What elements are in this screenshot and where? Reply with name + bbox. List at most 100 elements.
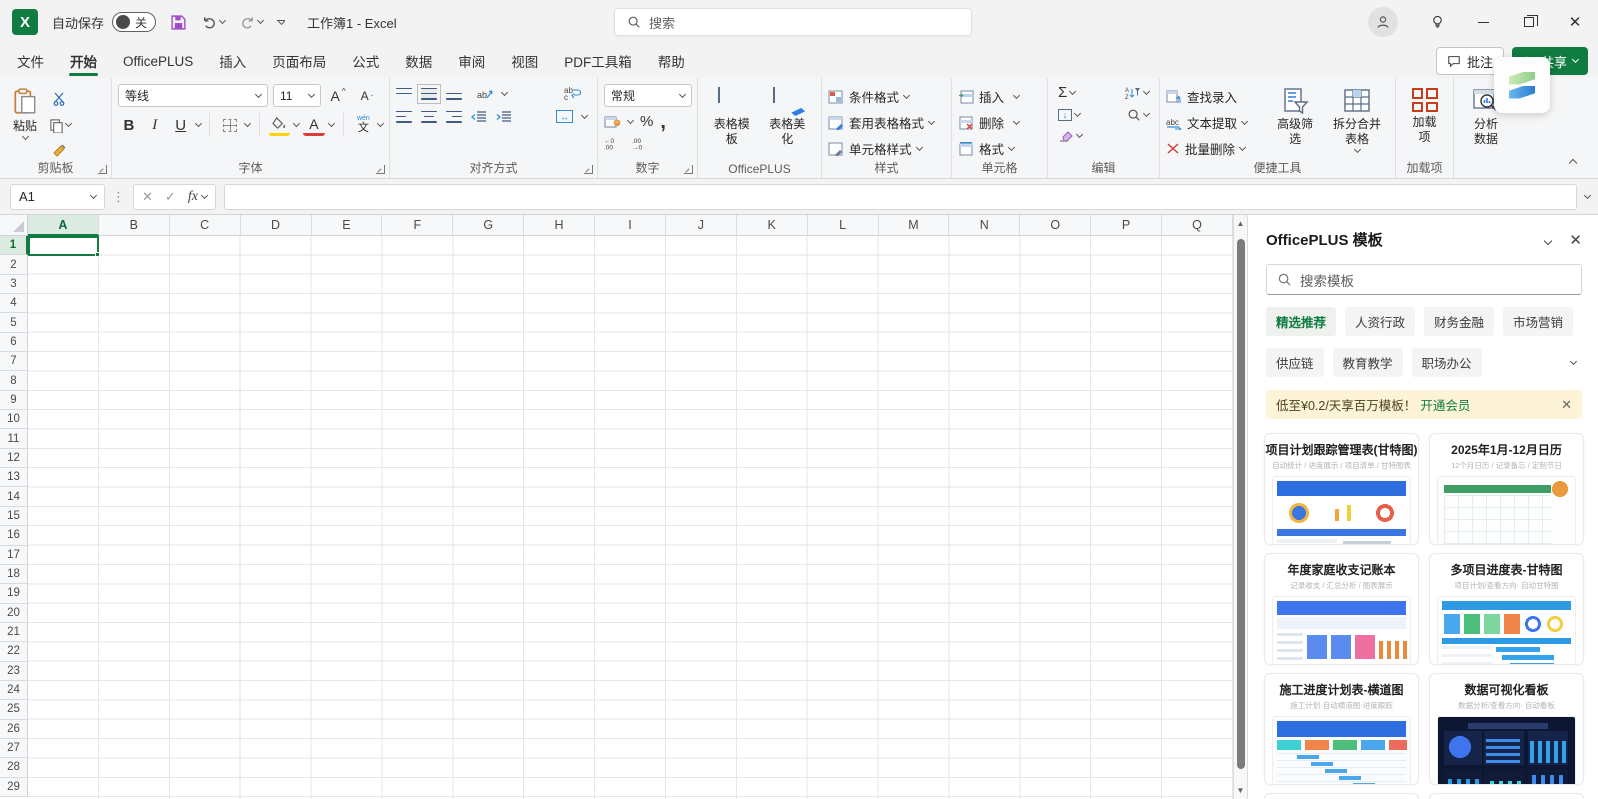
font-color-button[interactable]: A <box>303 114 325 136</box>
search-bar[interactable]: 搜索 <box>614 8 972 36</box>
officeplus-logo-popup[interactable] <box>1494 57 1550 113</box>
cells-area[interactable] <box>28 236 1233 799</box>
table-template-button[interactable]: 表格模板 <box>704 84 760 151</box>
row-header-15[interactable]: 15 <box>0 507 28 526</box>
scrollbar-thumb[interactable] <box>1237 239 1245 769</box>
chip-财务金融[interactable]: 财务金融 <box>1424 307 1494 336</box>
row-header-21[interactable]: 21 <box>0 623 28 642</box>
row-header-8[interactable]: 8 <box>0 371 28 390</box>
worksheet-grid[interactable]: ABCDEFGHIJKLMNOPQ 1234567891011121314151… <box>0 215 1233 799</box>
insert-function-button[interactable]: fx <box>188 189 207 205</box>
decrease-font-button[interactable]: Aˇ <box>355 85 379 107</box>
cell-styles-button[interactable]: 单元格样式 <box>828 138 934 159</box>
comma-button[interactable]: , <box>660 118 666 126</box>
chip-职场办公[interactable]: 职场办公 <box>1412 348 1482 377</box>
merge-dropdown-icon[interactable] <box>581 111 588 118</box>
template-card-4[interactable]: 多项目进度表-甘特图项目计划/查看方向· 自动甘特图 <box>1429 553 1584 665</box>
row-header-3[interactable]: 3 <box>0 275 28 294</box>
chip-市场营销[interactable]: 市场营销 <box>1503 307 1573 336</box>
find-entry-button[interactable]: 查找录入 <box>1166 86 1265 107</box>
tab-文件[interactable]: 文件 <box>4 44 57 78</box>
tab-开始[interactable]: 开始 <box>57 44 110 78</box>
column-header-D[interactable]: D <box>241 215 312 236</box>
row-header-14[interactable]: 14 <box>0 487 28 506</box>
restore-button[interactable] <box>1506 0 1552 44</box>
collapse-ribbon-button[interactable] <box>1569 159 1577 167</box>
autosum-button[interactable]: Σ <box>1058 84 1067 101</box>
font-color-dropdown-icon[interactable] <box>328 120 335 127</box>
row-header-9[interactable]: 9 <box>0 391 28 410</box>
redo-button[interactable] <box>239 14 263 31</box>
enter-button[interactable]: ✓ <box>165 189 176 205</box>
save-button[interactable] <box>170 14 187 31</box>
column-header-O[interactable]: O <box>1020 215 1091 236</box>
excel-app-icon[interactable]: X <box>12 9 38 35</box>
accounting-dropdown-icon[interactable] <box>627 116 634 123</box>
formula-bar-splitter[interactable]: ⋮ <box>112 189 126 205</box>
clear-button[interactable] <box>1058 129 1074 142</box>
row-header-16[interactable]: 16 <box>0 526 28 545</box>
column-header-G[interactable]: G <box>453 215 524 236</box>
row-header-19[interactable]: 19 <box>0 584 28 603</box>
chip-供应链[interactable]: 供应链 <box>1266 348 1324 377</box>
fill-button[interactable]: ↓ <box>1058 109 1080 121</box>
cancel-button[interactable]: ✕ <box>142 189 153 205</box>
undo-button[interactable] <box>201 14 225 31</box>
template-card-1[interactable]: 项目计划跟踪管理表(甘特图)自动统计 / 进度展示 / 项目清单 / 甘特图表 <box>1264 433 1419 545</box>
batch-delete-button[interactable]: 批量删除 <box>1166 138 1265 159</box>
column-header-P[interactable]: P <box>1091 215 1162 236</box>
align-left-button[interactable] <box>396 111 412 123</box>
row-header-5[interactable]: 5 <box>0 313 28 332</box>
chip-精选推荐[interactable]: 精选推荐 <box>1266 307 1336 336</box>
template-card-5[interactable]: 施工进度计划表-横道图施工计划·自动横道图·进度跟踪 <box>1264 673 1419 785</box>
close-button[interactable]: ✕ <box>1552 0 1598 44</box>
font-dialog-launcher[interactable] <box>376 165 385 174</box>
phonetic-button[interactable]: wén 文 <box>352 114 374 136</box>
tab-OfficePLUS[interactable]: OfficePLUS <box>110 44 206 78</box>
column-header-F[interactable]: F <box>382 215 453 236</box>
paste-button[interactable]: 粘贴 <box>6 84 44 143</box>
tab-审阅[interactable]: 审阅 <box>445 44 498 78</box>
row-header-2[interactable]: 2 <box>0 255 28 274</box>
row-header-1[interactable]: 1 <box>0 236 28 255</box>
name-box[interactable]: A1 <box>10 184 105 210</box>
conditional-format-button[interactable]: 条件格式 <box>828 86 934 107</box>
template-card-8[interactable]: 家庭收支明细表 <box>1429 793 1584 799</box>
row-header-4[interactable]: 4 <box>0 294 28 313</box>
customize-qat-button[interactable] <box>277 20 285 24</box>
underline-button[interactable]: U <box>170 114 192 136</box>
fill-color-dropdown-icon[interactable] <box>293 120 300 127</box>
row-header-6[interactable]: 6 <box>0 333 28 352</box>
tab-插入[interactable]: 插入 <box>206 44 259 78</box>
decrease-indent-button[interactable] <box>471 111 487 123</box>
column-header-M[interactable]: M <box>879 215 950 236</box>
increase-indent-button[interactable] <box>496 111 512 123</box>
decrease-decimal-button[interactable]: .00→0 <box>632 137 652 150</box>
orientation-button[interactable]: ab <box>477 87 493 101</box>
column-header-C[interactable]: C <box>170 215 241 236</box>
template-card-7[interactable]: 工作计划进度甘特图 <box>1264 793 1419 799</box>
underline-dropdown-icon[interactable] <box>194 120 201 127</box>
alignment-dialog-launcher[interactable] <box>584 165 593 174</box>
font-size-combo[interactable]: 11 <box>273 84 321 107</box>
tab-公式[interactable]: 公式 <box>339 44 392 78</box>
template-card-6[interactable]: 数据可视化看板数据分析/查看方向· 自动看板 <box>1429 673 1584 785</box>
borders-button[interactable] <box>219 114 241 136</box>
column-header-K[interactable]: K <box>737 215 808 236</box>
split-merge-button[interactable]: 拆分合并表格 <box>1325 84 1389 156</box>
delete-cells-button[interactable]: 删除 <box>958 112 1019 133</box>
phonetic-dropdown-icon[interactable] <box>377 120 384 127</box>
sort-filter-button[interactable]: AZ <box>1125 86 1149 100</box>
fill-handle[interactable] <box>95 252 100 257</box>
merge-center-button[interactable]: ↔ <box>556 110 573 123</box>
formula-bar-expand-icon[interactable] <box>1584 191 1591 198</box>
undo-dropdown-icon[interactable] <box>219 17 226 24</box>
pane-close-button[interactable]: ✕ <box>1569 231 1582 249</box>
select-all-corner[interactable] <box>0 215 28 236</box>
chip-人资行政[interactable]: 人资行政 <box>1345 307 1415 336</box>
text-extract-button[interactable]: abc 文本提取 <box>1166 112 1265 133</box>
row-header-18[interactable]: 18 <box>0 565 28 584</box>
align-top-button[interactable] <box>396 88 412 100</box>
pane-collapse-button[interactable] <box>1545 233 1551 247</box>
insert-cells-button[interactable]: 插入 <box>958 86 1019 107</box>
